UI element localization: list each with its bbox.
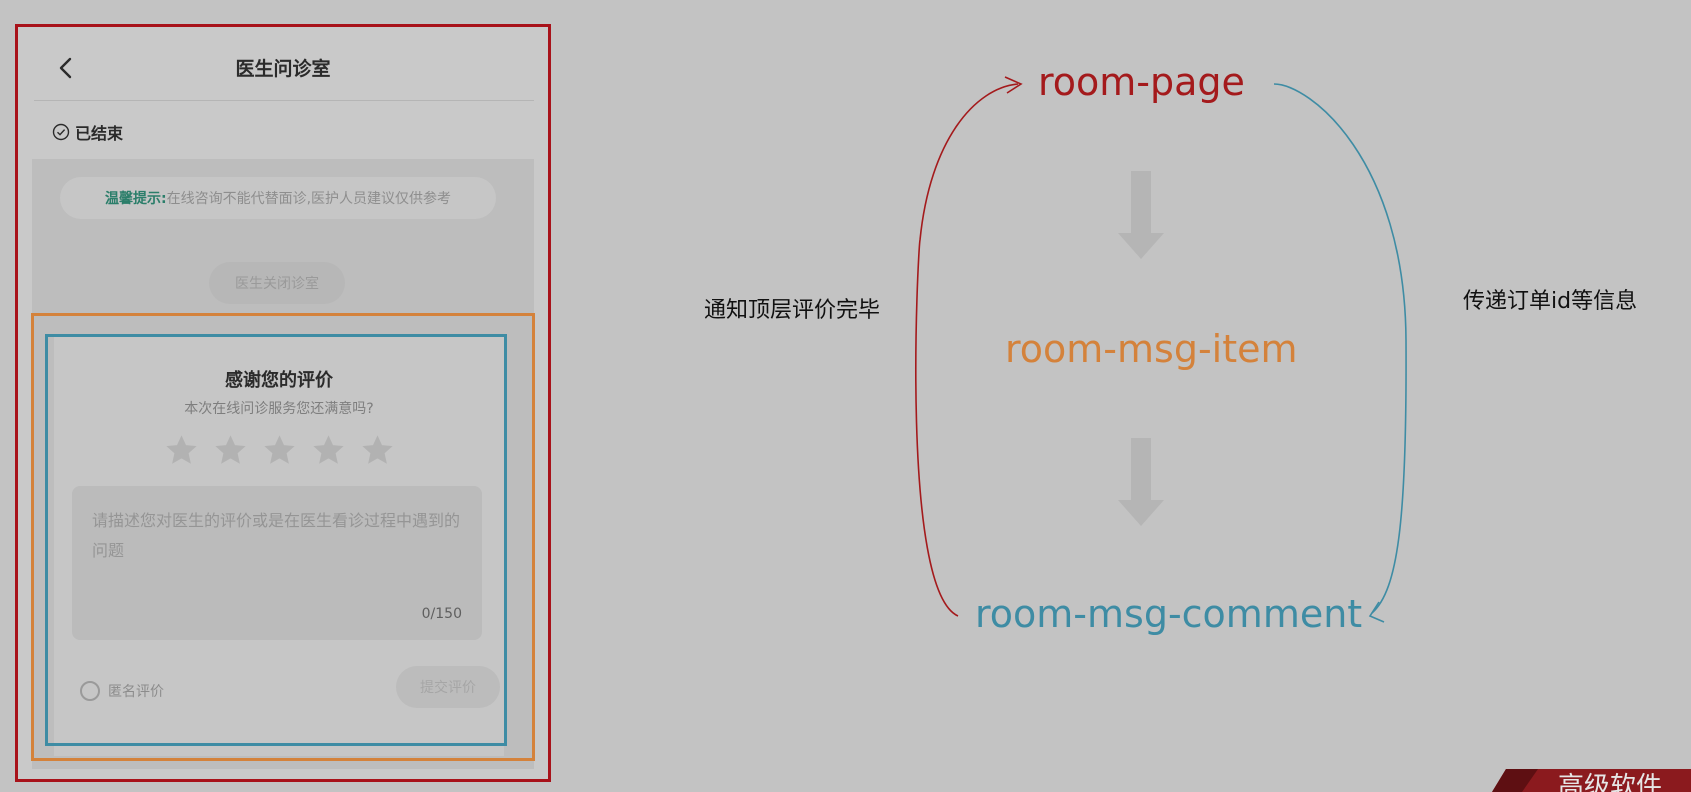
down-arrow-icon	[1118, 438, 1164, 526]
corner-badge: 高级软件	[1492, 769, 1691, 792]
pass-info-label: 传递订单id等信息	[1463, 289, 1638, 314]
star-icon[interactable]	[359, 432, 396, 469]
anonymous-label: 匿名评价	[108, 684, 164, 700]
comment-subtitle: 本次在线问诊服务您还满意吗?	[184, 401, 374, 417]
down-arrow-icon	[1118, 171, 1164, 259]
tip-text: 在线咨询不能代替面诊,医护人员建议仅供参考	[166, 191, 452, 207]
pass-arrowhead	[1368, 601, 1385, 623]
node-room-msg-item: room-msg-item	[1005, 327, 1298, 371]
star-icon[interactable]	[163, 432, 200, 469]
comment-textarea[interactable]: 请描述您对医生的评价或是在医生看诊过程中遇到的问题 0/150	[72, 486, 482, 640]
node-room-page: room-page	[1038, 60, 1245, 104]
star-icon[interactable]	[261, 432, 298, 469]
anonymous-radio-icon[interactable]	[80, 681, 100, 701]
nav-bar: 医生问诊室	[18, 26, 548, 101]
tip-banner: 温馨提示: 在线咨询不能代替面诊,医护人员建议仅供参考	[60, 177, 496, 219]
check-circle-icon	[52, 123, 70, 141]
notify-arrowhead	[1004, 76, 1023, 94]
node-room-msg-comment: room-msg-comment	[975, 592, 1363, 636]
page-title: 医生问诊室	[235, 58, 331, 80]
anonymous-checkbox[interactable]: 匿名评价	[80, 681, 164, 701]
status-row: 已结束	[52, 118, 123, 146]
status-text: 已结束	[75, 124, 124, 143]
star-icon[interactable]	[310, 432, 347, 469]
star-icon[interactable]	[212, 432, 249, 469]
star-rating	[54, 432, 504, 469]
notify-label: 通知顶层评价完毕	[704, 298, 881, 323]
comment-card: 感谢您的评价 本次在线问诊服务您还满意吗? 请描述您对医生的评价或是在医生看诊过…	[54, 336, 504, 756]
notify-curve	[915, 83, 1019, 617]
phone-screen: 医生问诊室 已结束 温馨提示: 在线咨询不能代替面诊,医护人员建议仅供参考 医生…	[18, 26, 548, 780]
submit-comment-button[interactable]: 提交评价	[396, 666, 500, 708]
char-counter: 0/150	[421, 606, 462, 622]
comment-title: 感谢您的评价	[225, 370, 333, 391]
comment-placeholder: 请描述您对医生的评价或是在医生看诊过程中遇到的问题	[92, 511, 461, 560]
tip-label: 温馨提示:	[104, 191, 167, 207]
nav-divider	[34, 100, 534, 101]
badge-text: 高级软件	[1558, 772, 1663, 792]
room-closed-notice: 医生关闭诊室	[209, 262, 345, 304]
